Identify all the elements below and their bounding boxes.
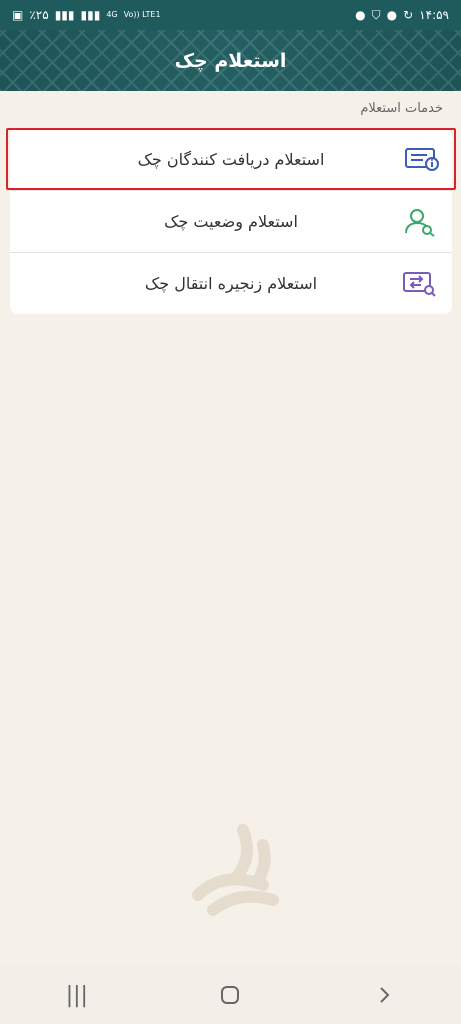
app-bar: استعلام چک	[0, 30, 461, 91]
list-item-transfer-chain[interactable]: استعلام زنجیره انتقال چک	[10, 252, 452, 314]
dot-icon: ●	[355, 8, 366, 22]
system-nav-bar: |||	[0, 966, 461, 1024]
list-item-label: استعلام زنجیره انتقال چک	[144, 274, 318, 293]
battery-percent: ٪۲۵	[29, 8, 49, 22]
battery-icon: ▣	[12, 8, 24, 22]
home-button[interactable]	[200, 975, 260, 1015]
network-type: 4G	[106, 10, 118, 19]
user-search-icon	[402, 207, 438, 237]
list-item-label: استعلام وضعیت چک	[164, 212, 298, 231]
sync-icon: ↻	[403, 8, 414, 22]
page-title: استعلام چک	[174, 49, 287, 72]
check-info-icon	[404, 144, 440, 174]
section-label: خدمات استعلام	[360, 101, 443, 116]
status-bar: ▣ ٪۲۵ ▮▮▮ ▮▮▮ 4G Vo)) LTE1 ● ⛉ ● ↻ ۱۴:۵۹	[0, 0, 461, 30]
list-item-check-status[interactable]: استعلام وضعیت چک	[10, 190, 452, 252]
transfer-search-icon	[402, 269, 438, 299]
back-icon	[380, 987, 390, 1003]
home-icon	[221, 986, 240, 1004]
volte-indicator: Vo)) LTE1	[123, 10, 161, 19]
shield-icon: ⛉	[371, 7, 381, 22]
clock-time: ۱۴:۵۹	[419, 8, 449, 22]
status-right: ● ⛉ ● ↻ ۱۴:۵۹	[355, 8, 449, 23]
chat-icon: ●	[386, 8, 398, 22]
list-item-check-receivers[interactable]: استعلام دریافت کنندگان چک	[6, 128, 456, 190]
bank-logo-watermark	[168, 800, 298, 930]
back-button[interactable]	[354, 975, 414, 1015]
status-left: ▣ ٪۲۵ ▮▮▮ ▮▮▮ 4G Vo)) LTE1	[12, 8, 161, 22]
services-list: استعلام دریافت کنندگان چک استعلام وضعیت …	[6, 128, 456, 314]
signal-icon: ▮▮▮	[54, 8, 75, 22]
list-item-label: استعلام دریافت کنندگان چک	[137, 149, 325, 169]
recents-button[interactable]: |||	[47, 975, 107, 1015]
signal-icon-2: ▮▮▮	[80, 8, 101, 22]
